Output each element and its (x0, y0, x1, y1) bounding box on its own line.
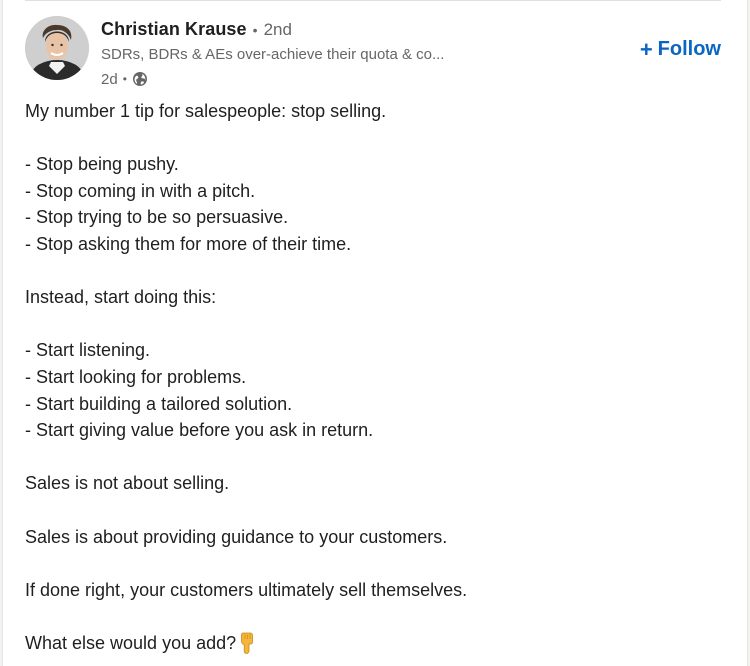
post-line (25, 311, 725, 338)
post-line (25, 444, 725, 471)
post-line: - Start building a tailored solution. (25, 393, 293, 414)
globe-icon (132, 71, 148, 87)
post-time-line: 2d • (101, 69, 601, 89)
post-line: - Stop trying to be so persuasive. (25, 207, 289, 228)
post-line: - Start giving value before you ask in r… (25, 420, 374, 441)
pointing-down-hand-icon (238, 632, 256, 654)
post-line (25, 125, 725, 152)
post-line: - Start looking for problems. (25, 366, 247, 387)
post-line: - Stop coming in with a pitch. (25, 180, 256, 201)
separator-dot: • (252, 22, 258, 38)
separator-dot: • (122, 72, 127, 86)
post-line (25, 258, 725, 285)
post-line: - Start listening. (25, 340, 151, 361)
author-name[interactable]: Christian Krause (101, 19, 247, 40)
post-body: My number 1 tip for salespeople: stop se… (25, 98, 725, 656)
post-line: - Stop being pushy. (25, 154, 179, 175)
post-line: Instead, start doing this: (25, 287, 217, 308)
post-line: Sales is not about selling. (25, 473, 230, 494)
post-line: My number 1 tip for salespeople: stop se… (25, 101, 387, 121)
plus-icon: + (639, 36, 653, 62)
post-line (25, 550, 725, 577)
post-line (25, 603, 725, 630)
post-line-text: What else would you add? (25, 632, 237, 653)
divider (25, 0, 721, 1)
author-name-line: Christian Krause • 2nd (101, 19, 601, 43)
post-header: Christian Krause • 2nd SDRs, BDRs & AEs … (25, 16, 721, 88)
post-card: Christian Krause • 2nd SDRs, BDRs & AEs … (2, 0, 748, 666)
author-headline[interactable]: SDRs, BDRs & AEs over-achieve their quot… (101, 46, 601, 66)
post-line: - Stop asking them for more of their tim… (25, 233, 352, 254)
person-avatar-icon (25, 16, 89, 80)
follow-button[interactable]: + Follow (640, 38, 721, 61)
post-time[interactable]: 2d (101, 71, 118, 88)
post-line-last: What else would you add? (25, 630, 725, 657)
follow-label: Follow (657, 38, 721, 60)
connection-degree: 2nd (263, 20, 292, 39)
post-line (25, 497, 725, 524)
author-avatar[interactable] (25, 16, 89, 80)
post-line: If done right, your customers ultimately… (25, 579, 468, 600)
post-line: Sales is about providing guidance to you… (25, 526, 448, 547)
author-meta: Christian Krause • 2nd SDRs, BDRs & AEs … (101, 19, 601, 89)
